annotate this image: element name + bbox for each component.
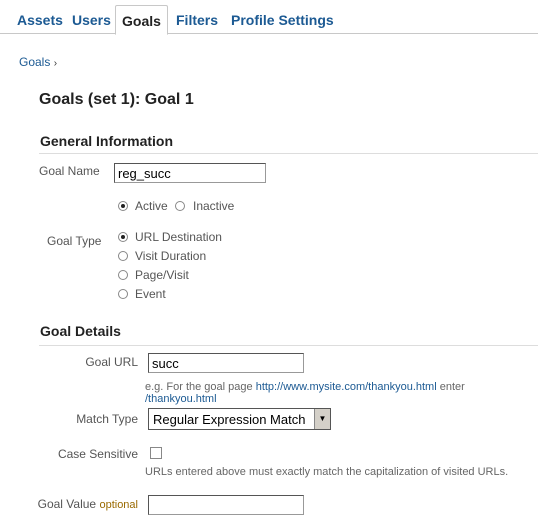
chevron-down-icon[interactable]: ▼ xyxy=(314,409,330,429)
section-divider xyxy=(39,345,538,346)
active-radio[interactable] xyxy=(118,201,128,211)
goal-url-hint: e.g. For the goal page http://www.mysite… xyxy=(145,381,465,405)
page-visit-radio[interactable] xyxy=(118,270,128,280)
visit-duration-label: Visit Duration xyxy=(135,249,207,263)
match-type-select[interactable]: Regular Expression Match ▼ xyxy=(148,408,331,430)
page-visit-label: Page/Visit xyxy=(135,268,189,282)
breadcrumb-separator: › xyxy=(53,58,58,69)
goal-details-heading: Goal Details xyxy=(40,323,121,339)
breadcrumb-goals-link[interactable]: Goals xyxy=(19,55,50,69)
tab-profile-settings[interactable]: Profile Settings xyxy=(231,12,334,28)
general-information-heading: General Information xyxy=(40,133,174,149)
page-title: Goals (set 1): Goal 1 xyxy=(39,91,194,108)
optional-tag: optional xyxy=(99,499,138,511)
case-sensitive-checkbox[interactable] xyxy=(150,447,162,459)
active-label: Active xyxy=(135,199,168,213)
tab-assets[interactable]: Assets xyxy=(17,12,63,28)
url-destination-radio[interactable] xyxy=(118,232,128,242)
event-radio[interactable] xyxy=(118,289,128,299)
goal-type-label: Goal Type xyxy=(47,234,102,248)
inactive-radio[interactable] xyxy=(175,201,185,211)
goal-value-input[interactable] xyxy=(148,495,304,515)
goal-value-label: Goal Value optional xyxy=(37,497,138,511)
case-sensitive-label: Case Sensitive xyxy=(57,447,138,461)
goal-url-input[interactable] xyxy=(148,353,304,373)
tab-goals[interactable]: Goals xyxy=(115,5,168,35)
tab-users[interactable]: Users xyxy=(72,12,111,28)
visit-duration-radio[interactable] xyxy=(118,251,128,261)
goal-url-label: Goal URL xyxy=(85,355,138,369)
example-path-link[interactable]: /thankyou.html xyxy=(145,393,217,405)
example-url-link[interactable]: http://www.mysite.com/thankyou.html xyxy=(256,381,437,393)
event-label: Event xyxy=(135,287,166,301)
inactive-label: Inactive xyxy=(193,199,235,213)
goal-name-input[interactable] xyxy=(114,163,266,183)
tab-filters[interactable]: Filters xyxy=(176,12,218,28)
case-sensitive-hint: URLs entered above must exactly match th… xyxy=(145,466,509,478)
match-type-label: Match Type xyxy=(76,412,138,426)
breadcrumb: Goals › xyxy=(19,55,57,69)
tab-bar-rule xyxy=(0,33,538,34)
goal-name-label: Goal Name xyxy=(39,164,100,178)
url-destination-label: URL Destination xyxy=(135,230,222,244)
section-divider xyxy=(39,153,538,154)
